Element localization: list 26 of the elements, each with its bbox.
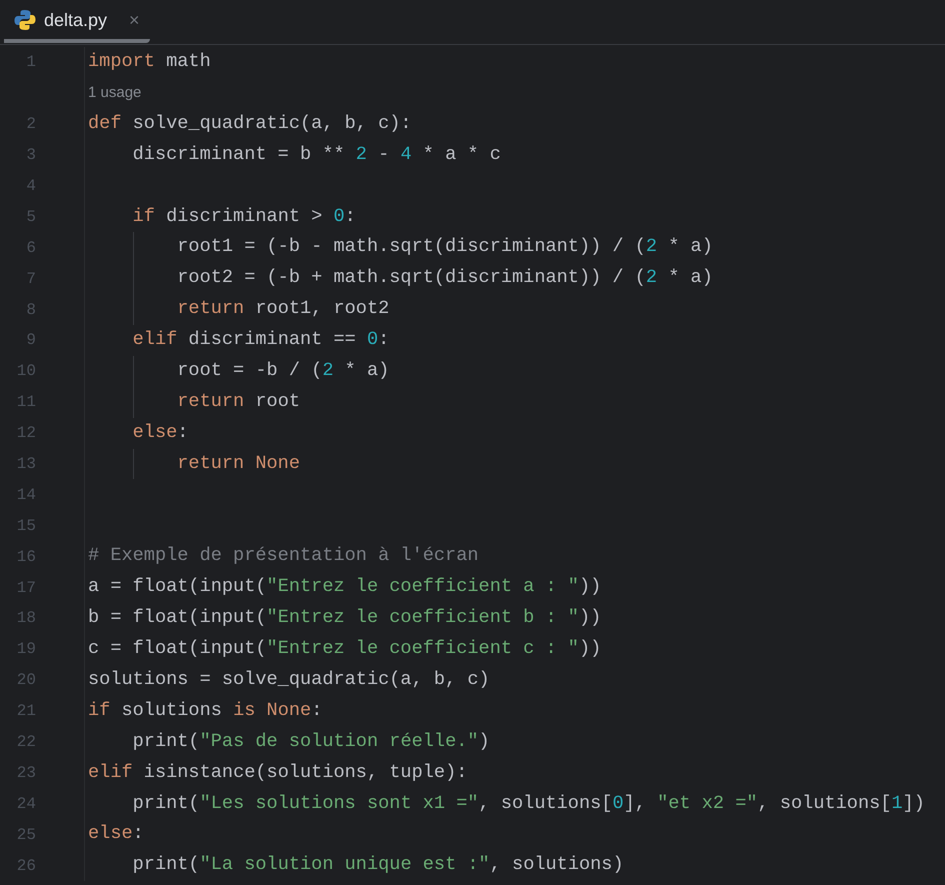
- code-line: c = float(input("Entrez le coefficient c : ")): [88, 640, 602, 659]
- code-line: import math: [88, 53, 211, 72]
- code-line: else:: [88, 825, 144, 844]
- code-line: a = float(input("Entrez le coefficient a : ")): [88, 578, 602, 597]
- code-line: def solve_quadratic(a, b, c):: [88, 114, 412, 134]
- code-line: return root1, root2: [176, 300, 390, 319]
- code-line: b = float(input("Entrez le coefficient b : ")): [88, 609, 602, 628]
- usage-hint[interactable]: 1 usage: [88, 82, 142, 105]
- code-line: elif discriminant == 0:: [132, 331, 390, 350]
- code-line: root2 = (-b + math.sqrt(discriminant)) / (2 * a): [176, 269, 713, 288]
- code-line: # Exemple de présentation à l'écran: [88, 547, 479, 566]
- code-line: discriminant = b ** 2 - 4 * a * c: [132, 146, 501, 164]
- code-line: print("Pas de solution réelle."): [132, 732, 490, 752]
- python-file-icon: [14, 9, 36, 31]
- code-line: print("Les solutions sont x1 =", solutions[0], "et x2 =", solutions[1]): [132, 794, 925, 814]
- code-line: if solutions is None:: [88, 702, 322, 720]
- code-line: return None: [176, 454, 300, 474]
- file-tab[interactable]: delta.py ×: [4, 2, 150, 42]
- code-line: root1 = (-b - math.sqrt(discriminant)) / (2 * a): [176, 238, 713, 258]
- code-line: solutions = solve_quadratic(a, b, c): [88, 670, 490, 690]
- code-line: return root: [176, 392, 300, 412]
- code-line: else:: [132, 424, 188, 442]
- code-line: print("La solution unique est :", solutions): [132, 856, 624, 875]
- code-line: if discriminant > 0:: [132, 208, 356, 226]
- code-line: root = -b / (2 * a): [176, 362, 390, 381]
- code-line: elif isinstance(solutions, tuple):: [88, 764, 468, 782]
